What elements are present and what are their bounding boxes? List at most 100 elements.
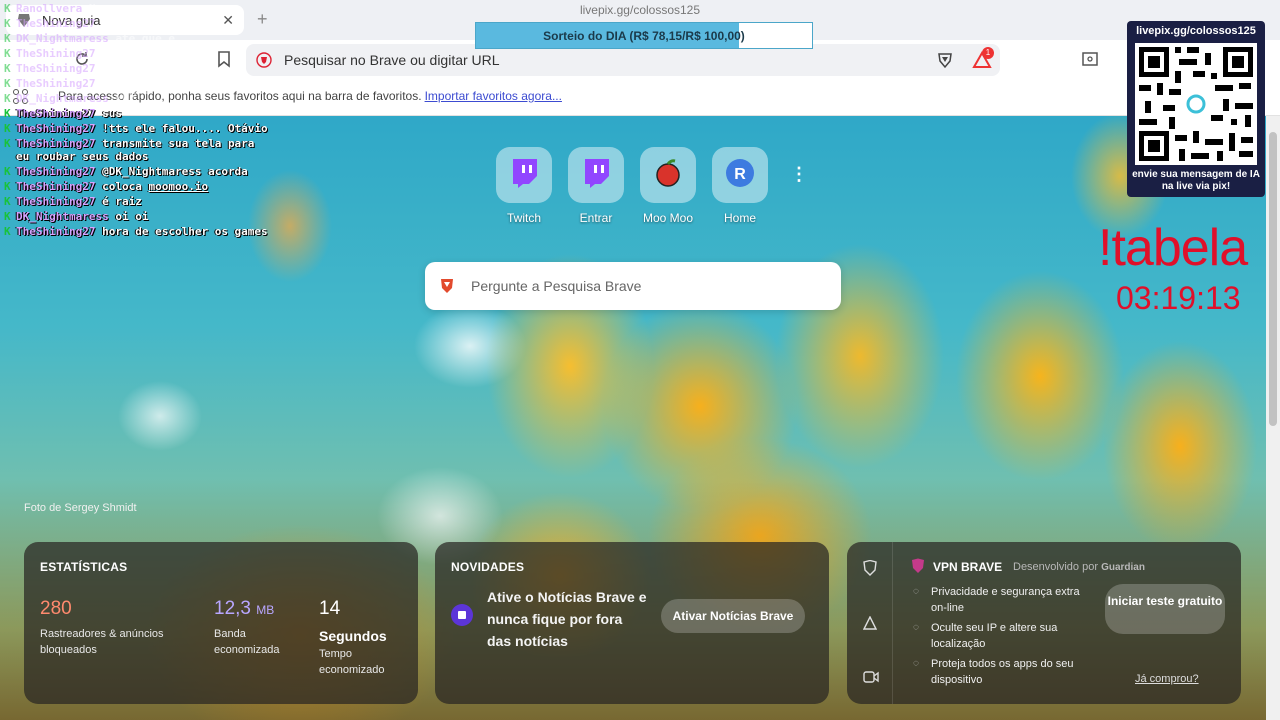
chat-text: a toda hora — [102, 77, 175, 90]
brave-search-box[interactable]: Pergunte a Pesquisa Brave — [425, 262, 841, 310]
top-site-tile[interactable] — [640, 147, 696, 203]
top-site-entrar[interactable]: Entrar — [568, 147, 624, 225]
chat-username: TheShining27 — [16, 137, 96, 150]
chat-badge-icon: K — [4, 225, 11, 238]
goal-progress-bar: Sorteio do DIA (R$ 78,15/R$ 100,00) — [475, 22, 813, 49]
top-site-twitch[interactable]: Twitch — [496, 147, 552, 225]
qr-code — [1135, 43, 1257, 165]
chat-text: sus — [102, 107, 122, 120]
brave-rewards-icon[interactable]: 1 — [972, 47, 994, 74]
chat-username: TheShining27 — [16, 122, 96, 135]
chat-badge-icon: K — [4, 92, 11, 105]
chat-text: @DK_Nightmaress acorda — [102, 165, 248, 178]
address-input[interactable]: Pesquisar no Brave ou digitar URL — [284, 52, 500, 68]
chat-username: TheShining27 — [16, 180, 96, 193]
scrollbar-thumb[interactable] — [1269, 132, 1277, 426]
chat-badge-icon: K — [4, 47, 11, 60]
chat-message: K TheShining27 estou com frio — [4, 17, 274, 30]
top-site-home[interactable]: R Home — [712, 147, 768, 225]
stat-time: 14 Segundos Tempo economizado — [319, 598, 409, 678]
top-site-tile[interactable] — [496, 147, 552, 203]
chat-username: TheShining27 — [16, 165, 96, 178]
chat-message: K TheShining27 cortei cereais — [4, 47, 274, 60]
chat-badge-icon: K — [4, 77, 11, 90]
chat-badge-icon: K — [4, 122, 11, 135]
stat-time-value: 14 — [319, 598, 341, 619]
chat-message: K TheShining27 sus — [4, 107, 274, 120]
stat-bandwidth: 12,3 MB Banda economizada — [214, 598, 304, 658]
stat-trackers: 280 Rastreadores & anúncios bloqueados — [40, 598, 200, 658]
top-site-label: Moo Moo — [642, 211, 694, 225]
twitch-icon — [582, 158, 610, 193]
chat-badge-icon: K — [4, 107, 11, 120]
brave-shields-button[interactable] — [936, 51, 954, 74]
stat-time-label: Tempo economizado — [319, 648, 385, 676]
chat-link: moomoo.io — [148, 180, 209, 193]
page-scrollbar[interactable] — [1266, 116, 1280, 720]
command-overlay: !tabela — [1098, 219, 1248, 277]
chat-username: DK_Nightmaress — [16, 92, 109, 105]
stats-title: ESTATÍSTICAS — [40, 560, 128, 574]
chat-text: é raiz — [102, 195, 142, 208]
chat-badge-icon: K — [4, 180, 11, 193]
chat-badge-icon: K — [4, 165, 11, 178]
chat-username: Ranollvera — [16, 2, 83, 15]
chat-message: K TheShining27 coloca moomoo.io — [4, 180, 274, 193]
chat-text: coloca — [102, 180, 142, 193]
vpn-title: VPN BRAVE — [933, 560, 1003, 574]
already-bought-link[interactable]: Já comprou? — [1135, 673, 1199, 685]
twitch-icon — [510, 158, 538, 193]
chat-message: K TheShining27 transmite sua tela para eu… — [4, 137, 274, 163]
top-site-label: Entrar — [579, 211, 613, 225]
chat-text: !tts ele falou.... Otávio — [102, 122, 268, 135]
import-bookmarks-link[interactable]: Importar favoritos agora... — [425, 89, 562, 103]
stat-bandwidth-unit: MB — [256, 603, 275, 617]
stat-trackers-label: Rastreadores & anúncios bloqueados — [40, 628, 164, 656]
stream-chat: K Ranollvera Nan K TheShining27 estou com f… — [4, 2, 274, 240]
vpn-powered-by-text: Desenvolvido por — [1013, 561, 1098, 573]
chat-message: K TheShining27 hora de escolher os games — [4, 225, 274, 238]
rewards-triangle-icon[interactable] — [862, 615, 878, 633]
chat-message: K DK_Nightmaress oi oi — [4, 210, 274, 223]
chat-username: TheShining27 — [16, 47, 96, 60]
stat-bandwidth-label: Banda economizada — [214, 628, 280, 656]
stat-bandwidth-value: 12,3 — [214, 598, 251, 619]
vpn-feature: Proteja todos os apps do seu dispositivo — [913, 656, 1091, 688]
shield-icon[interactable] — [863, 559, 877, 579]
chat-username: DK_Nightmaress — [16, 32, 109, 45]
news-title: NOVIDADES — [451, 560, 525, 574]
chat-message: K TheShining27 é raiz — [4, 195, 274, 208]
news-description: Ative o Notícias Brave e nunca fique por… — [487, 589, 647, 649]
vpn-feature: Privacidade e segurança extra on-line — [913, 584, 1091, 616]
apple-icon — [653, 158, 683, 193]
chat-text: cortei cereais — [102, 47, 195, 60]
r-letter-icon: R — [725, 158, 755, 193]
livepix-qr-panel: livepix.gg/colossos125 envie sua mensage… — [1127, 21, 1265, 197]
brave-search-icon — [439, 277, 455, 300]
chat-message: K TheShining27 !tts ele falou.... Otávio — [4, 122, 274, 135]
sidebar-icon[interactable] — [1080, 50, 1100, 70]
chat-text: hora de escolher os games — [102, 225, 268, 238]
start-trial-button[interactable]: Iniciar teste gratuito — [1105, 584, 1225, 634]
vpn-feature: Oculte seu IP e altere sua localização — [913, 620, 1091, 652]
stats-widget: ESTATÍSTICAS 280 Rastreadores & anúncios… — [24, 542, 418, 704]
top-site-moomoo[interactable]: Moo Moo — [640, 147, 696, 225]
chat-message: K DK_Nightmaress ate que e — [4, 32, 274, 45]
video-call-icon[interactable] — [863, 670, 879, 687]
photo-credit[interactable]: Foto de Sergey Shmidt — [24, 502, 137, 514]
chat-badge-icon: K — [4, 2, 11, 15]
top-sites-menu-icon[interactable]: ⋮ — [790, 164, 808, 185]
vpn-widget: VPN BRAVE Desenvolvido por Guardian Priv… — [847, 542, 1241, 704]
chat-username: TheShining27 — [16, 77, 96, 90]
top-site-tile[interactable] — [568, 147, 624, 203]
chat-text: Nan — [88, 2, 109, 15]
chat-username: TheShining27 — [16, 107, 96, 120]
chat-username: TheShining27 — [16, 17, 96, 30]
stat-trackers-value: 280 — [40, 598, 72, 619]
top-site-tile[interactable]: R — [712, 147, 768, 203]
enable-news-button[interactable]: Ativar Notícias Brave — [661, 599, 805, 633]
chat-message: K TheShining27 vc n sabe nem — [4, 62, 274, 75]
rewards-badge: 1 — [982, 47, 994, 59]
chat-badge-icon: K — [4, 210, 11, 223]
qr-top-text: livepix.gg/colossos125 — [1136, 25, 1256, 37]
